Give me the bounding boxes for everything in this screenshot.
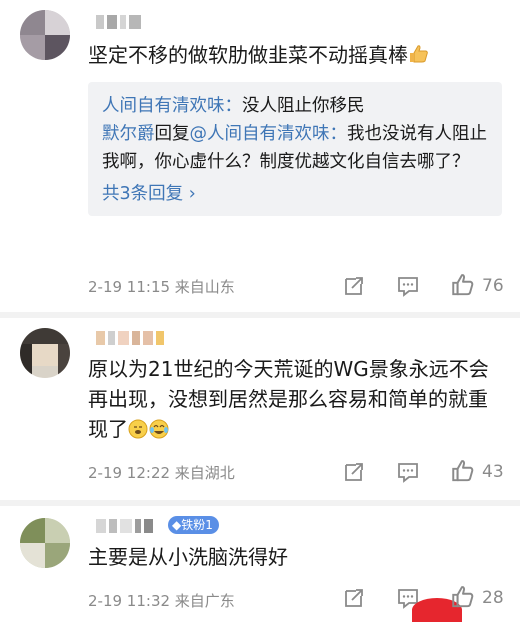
- laugh-cry-emoji: [128, 417, 170, 447]
- like-count: 28: [482, 588, 504, 608]
- avatar[interactable]: [20, 328, 70, 378]
- like-count: 76: [482, 276, 504, 296]
- comment-content: 主要是从小洗脑洗得好: [88, 545, 288, 569]
- comment-text: 主要是从小洗脑洗得好: [88, 542, 493, 572]
- fan-badge-label: 铁粉1: [181, 518, 213, 532]
- avatar[interactable]: [20, 10, 70, 60]
- comment-item: ◆铁粉1 主要是从小洗脑洗得好 2-19 11:32 来自广东 28: [0, 506, 520, 622]
- comment-item: 坚定不移的做软肋做韭菜不动摇真棒 人间自有清欢味：没人阻止你移民 默尔爵回复@人…: [0, 0, 520, 312]
- avatar[interactable]: [20, 518, 70, 568]
- repost-icon[interactable]: [342, 586, 366, 610]
- repost-icon[interactable]: [342, 274, 366, 298]
- comment-meta: 2-19 12:22 来自湖北: [88, 464, 235, 482]
- fan-badge[interactable]: ◆铁粉1: [168, 516, 219, 534]
- username[interactable]: [96, 518, 156, 533]
- reply-separator: ：: [224, 96, 243, 116]
- comment-meta: 2-19 11:32 来自广东: [88, 592, 235, 610]
- reply-item: 人间自有清欢味：没人阻止你移民: [102, 92, 488, 120]
- thumbs-up-icon[interactable]: [450, 584, 476, 610]
- comment-icon[interactable]: [396, 274, 420, 298]
- reply-mention[interactable]: @人间自有清欢味: [190, 124, 330, 144]
- like-count: 43: [482, 462, 504, 482]
- reply-author[interactable]: 默尔爵: [102, 124, 155, 144]
- comment-icon[interactable]: [396, 460, 420, 484]
- thumbs-up-emoji: [408, 43, 430, 73]
- reply-author[interactable]: 人间自有清欢味: [102, 96, 225, 116]
- diamond-icon: ◆: [172, 518, 182, 532]
- username[interactable]: [96, 14, 144, 29]
- repost-icon[interactable]: [342, 460, 366, 484]
- reply-verb: 回复: [154, 124, 190, 144]
- comment-meta: 2-19 11:15 来自山东: [88, 278, 235, 296]
- comment-item: 原以为21世纪的今天荒诞的WG景象永远不会再出现，没想到居然是那么容易和简单的就…: [0, 318, 520, 500]
- username[interactable]: [96, 330, 167, 345]
- comment-text: 原以为21世纪的今天荒诞的WG景象永远不会再出现，没想到居然是那么容易和简单的就…: [88, 354, 493, 447]
- reply-separator: ：: [329, 124, 348, 144]
- reply-box: 人间自有清欢味：没人阻止你移民 默尔爵回复@人间自有清欢味：我也没说有人阻止我啊…: [88, 82, 502, 216]
- thumbs-up-icon[interactable]: [450, 458, 476, 484]
- thumbs-up-icon[interactable]: [450, 272, 476, 298]
- reply-text: 没人阻止你移民: [242, 96, 365, 116]
- comment-content: 坚定不移的做软肋做韭菜不动摇真棒: [88, 43, 408, 67]
- comment-text: 坚定不移的做软肋做韭菜不动摇真棒: [88, 40, 493, 73]
- more-replies-link[interactable]: 共3条回复 ›: [102, 180, 196, 208]
- reply-item: 默尔爵回复@人间自有清欢味：我也没说有人阻止我啊，你心虚什么？制度优越文化自信去…: [102, 120, 488, 176]
